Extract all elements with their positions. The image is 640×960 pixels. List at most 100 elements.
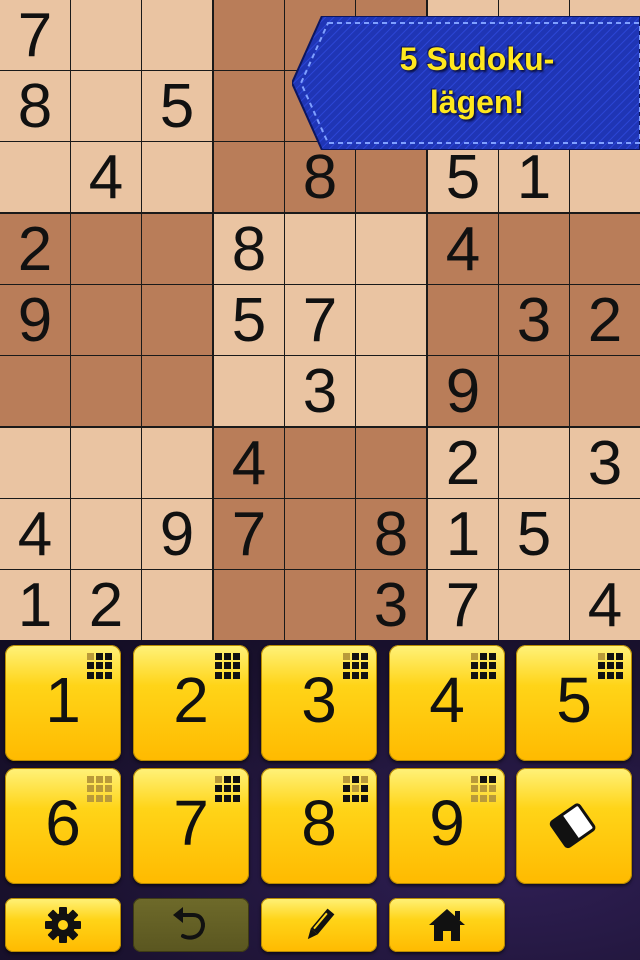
sudoku-cell[interactable] xyxy=(428,285,498,355)
gear-icon xyxy=(45,907,81,943)
sudoku-cell[interactable]: 1 xyxy=(428,499,498,569)
sudoku-cell[interactable] xyxy=(356,214,426,284)
sudoku-cell[interactable]: 9 xyxy=(142,499,212,569)
sudoku-cell[interactable]: 5 xyxy=(499,499,569,569)
sudoku-cell[interactable] xyxy=(499,428,569,498)
sudoku-cell[interactable]: 4 xyxy=(570,570,640,640)
sudoku-cell[interactable] xyxy=(142,570,212,640)
sudoku-cell[interactable] xyxy=(285,214,355,284)
banner-line-2: lägen! xyxy=(429,84,525,120)
sudoku-cell[interactable] xyxy=(0,428,70,498)
sudoku-cell[interactable] xyxy=(499,356,569,426)
sudoku-cell[interactable]: 1 xyxy=(0,570,70,640)
sudoku-cell[interactable]: 2 xyxy=(570,285,640,355)
sudoku-cell[interactable]: 2 xyxy=(0,214,70,284)
eraser-icon xyxy=(546,796,602,860)
digit-label: 4 xyxy=(429,664,465,736)
sudoku-cell[interactable] xyxy=(214,570,284,640)
sudoku-cell[interactable] xyxy=(142,214,212,284)
digit-label: 1 xyxy=(45,664,81,736)
sudoku-cell[interactable] xyxy=(71,71,141,141)
sudoku-cell[interactable] xyxy=(0,142,70,212)
sudoku-cell[interactable]: 4 xyxy=(71,142,141,212)
promo-banner: 5 Sudoku- lägen! xyxy=(292,16,640,150)
sudoku-cell[interactable]: 5 xyxy=(214,285,284,355)
digit-label: 9 xyxy=(429,787,465,859)
sudoku-cell[interactable] xyxy=(142,285,212,355)
sudoku-cell[interactable] xyxy=(285,428,355,498)
sudoku-cell[interactable] xyxy=(71,0,141,70)
sudoku-cell[interactable] xyxy=(356,428,426,498)
sudoku-cell[interactable]: 9 xyxy=(428,356,498,426)
sudoku-cell[interactable]: 5 xyxy=(142,71,212,141)
digit-key-4[interactable]: 4 xyxy=(389,645,505,761)
sudoku-cell[interactable] xyxy=(142,428,212,498)
pencil-button[interactable] xyxy=(261,898,377,952)
sudoku-cell[interactable] xyxy=(285,570,355,640)
sudoku-cell[interactable]: 7 xyxy=(214,499,284,569)
sudoku-cell[interactable]: 2 xyxy=(428,428,498,498)
sudoku-cell[interactable] xyxy=(356,285,426,355)
home-button[interactable] xyxy=(389,898,505,952)
digit-key-3[interactable]: 3 xyxy=(261,645,377,761)
sudoku-cell[interactable]: 4 xyxy=(214,428,284,498)
sudoku-cell[interactable] xyxy=(499,214,569,284)
sudoku-cell[interactable] xyxy=(214,142,284,212)
sudoku-cell[interactable] xyxy=(214,71,284,141)
sudoku-cell[interactable] xyxy=(499,570,569,640)
sudoku-cell[interactable] xyxy=(142,0,212,70)
digit-label: 5 xyxy=(556,664,592,736)
sudoku-cell[interactable] xyxy=(356,356,426,426)
digit-key-5[interactable]: 5 xyxy=(516,645,632,761)
sudoku-cell[interactable] xyxy=(570,499,640,569)
sudoku-cell[interactable] xyxy=(142,142,212,212)
sudoku-cell[interactable] xyxy=(71,285,141,355)
digit-key-9[interactable]: 9 xyxy=(389,768,505,884)
sudoku-cell[interactable]: 3 xyxy=(285,356,355,426)
sudoku-cell[interactable]: 8 xyxy=(0,71,70,141)
sudoku-cell[interactable]: 3 xyxy=(356,570,426,640)
sudoku-cell[interactable] xyxy=(71,356,141,426)
sudoku-cell[interactable]: 7 xyxy=(428,570,498,640)
digit-label: 2 xyxy=(173,664,209,736)
digit-key-6[interactable]: 6 xyxy=(5,768,121,884)
sudoku-cell[interactable]: 4 xyxy=(0,499,70,569)
sudoku-cell[interactable] xyxy=(142,356,212,426)
undo-icon xyxy=(173,907,205,940)
digit-label: 7 xyxy=(173,787,209,859)
sudoku-cell[interactable] xyxy=(0,356,70,426)
sudoku-cell[interactable] xyxy=(570,142,640,212)
sudoku-cell[interactable]: 7 xyxy=(285,285,355,355)
digit-key-2[interactable]: 2 xyxy=(133,645,249,761)
sudoku-cell[interactable] xyxy=(214,356,284,426)
digit-key-8[interactable]: 8 xyxy=(261,768,377,884)
sudoku-cell[interactable] xyxy=(570,214,640,284)
sudoku-cell[interactable] xyxy=(71,214,141,284)
sudoku-cell[interactable]: 8 xyxy=(214,214,284,284)
banner-line-1: 5 Sudoku- xyxy=(399,41,555,77)
sudoku-cell[interactable]: 4 xyxy=(428,214,498,284)
eraser-button[interactable] xyxy=(516,768,632,884)
sudoku-cell[interactable]: 8 xyxy=(285,142,355,212)
undo-button[interactable] xyxy=(133,898,249,952)
sudoku-cell[interactable]: 7 xyxy=(0,0,70,70)
digit-key-1[interactable]: 1 xyxy=(5,645,121,761)
settings-button[interactable] xyxy=(5,898,121,952)
sudoku-cell[interactable]: 9 xyxy=(0,285,70,355)
sudoku-cell[interactable]: 1 xyxy=(499,142,569,212)
sudoku-cell[interactable]: 5 xyxy=(428,142,498,212)
sudoku-cell[interactable]: 3 xyxy=(499,285,569,355)
sudoku-cell[interactable]: 3 xyxy=(570,428,640,498)
sudoku-cell[interactable] xyxy=(71,428,141,498)
sudoku-cell[interactable] xyxy=(285,499,355,569)
digit-label: 3 xyxy=(301,664,337,736)
pencil-icon xyxy=(307,908,335,940)
digit-key-7[interactable]: 7 xyxy=(133,768,249,884)
sudoku-cell[interactable] xyxy=(356,142,426,212)
sudoku-cell[interactable] xyxy=(71,499,141,569)
sudoku-cell[interactable]: 2 xyxy=(71,570,141,640)
sudoku-cell[interactable] xyxy=(214,0,284,70)
sudoku-cell[interactable] xyxy=(570,356,640,426)
digit-label: 6 xyxy=(45,787,81,859)
sudoku-cell[interactable]: 8 xyxy=(356,499,426,569)
